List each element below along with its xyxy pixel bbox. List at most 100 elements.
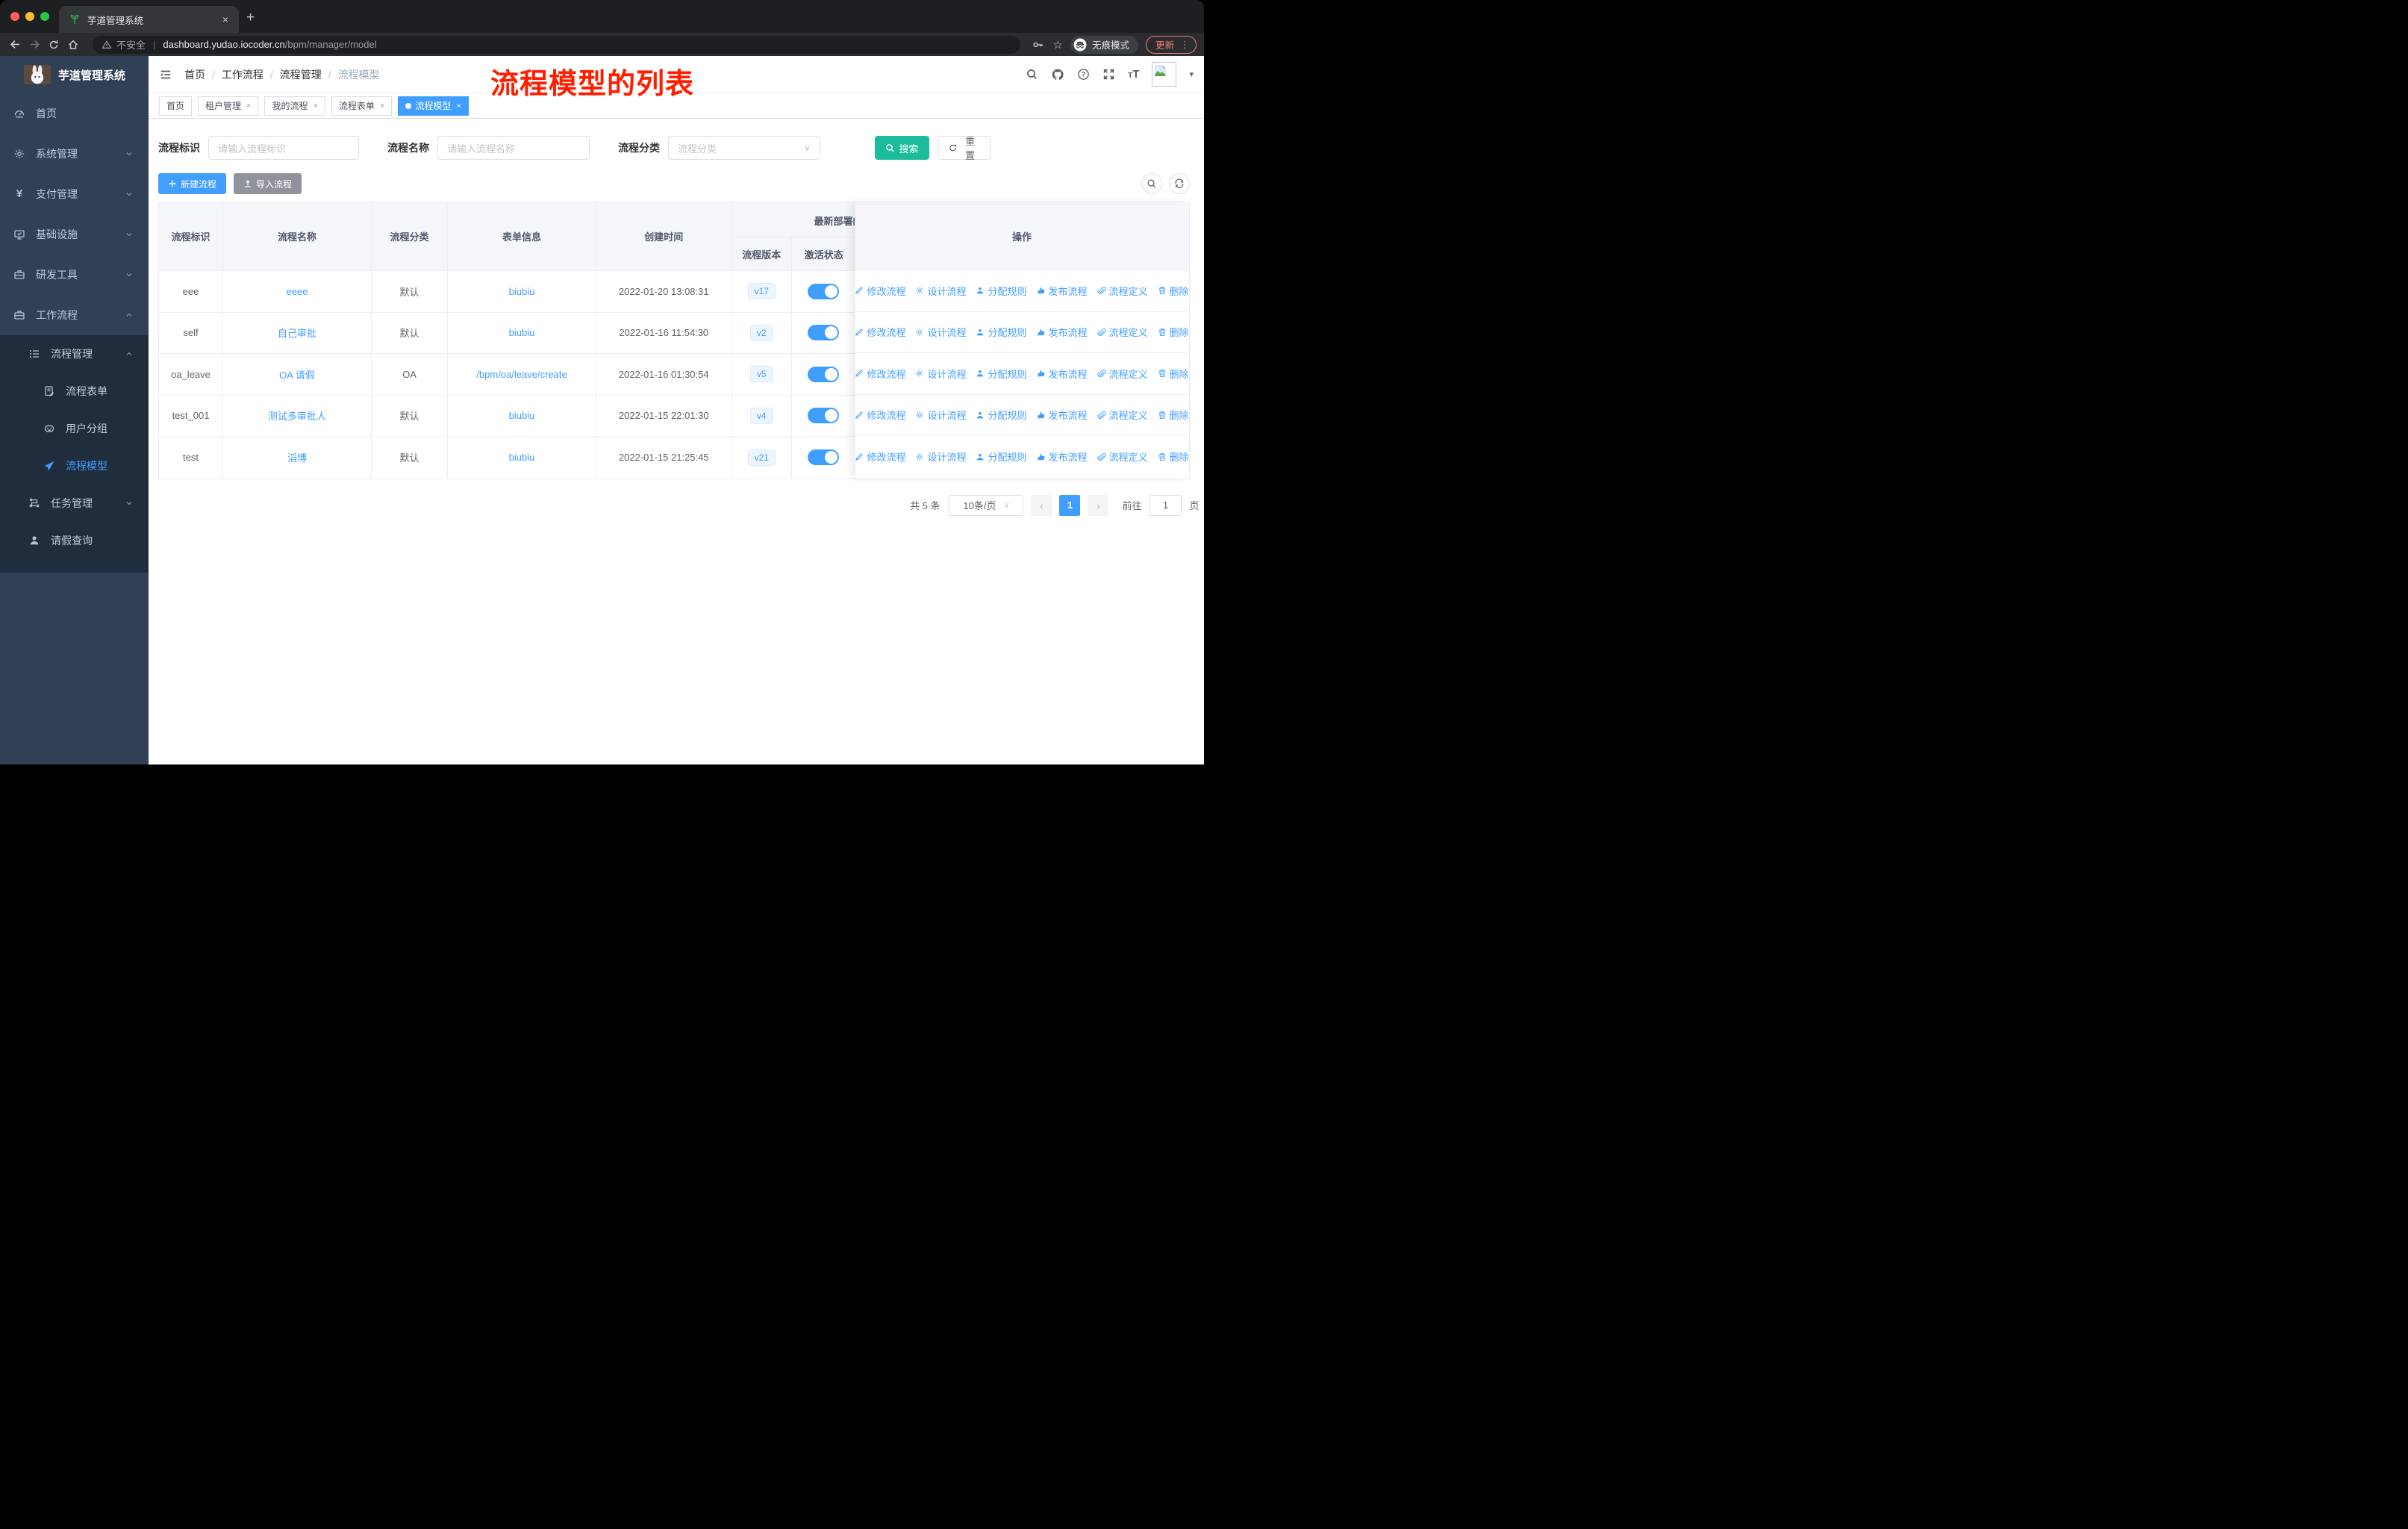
- refresh-table-button[interactable]: [1169, 173, 1190, 194]
- fullscreen-icon[interactable]: [1102, 68, 1115, 81]
- browser-menu-icon[interactable]: ⋮: [1180, 39, 1190, 51]
- form-info-link[interactable]: biubiu: [509, 410, 535, 421]
- op-publish-link[interactable]: 发布流程: [1037, 449, 1088, 464]
- tag-2[interactable]: 我的流程×: [264, 96, 325, 116]
- hamburger-icon[interactable]: [159, 68, 172, 81]
- current-page[interactable]: 1: [1059, 495, 1080, 516]
- update-button[interactable]: 更新 ⋮: [1146, 36, 1197, 54]
- sidebar-item-payment[interactable]: ¥支付管理: [0, 174, 149, 214]
- sidebar-item-workflow[interactable]: 工作流程: [0, 295, 149, 335]
- prev-page-button[interactable]: ‹: [1031, 495, 1052, 516]
- op-assign-link[interactable]: 分配规则: [976, 449, 1026, 464]
- op-delete-link[interactable]: 删除: [1158, 284, 1189, 298]
- form-info-link[interactable]: biubiu: [509, 286, 535, 297]
- tag-3[interactable]: 流程表单×: [331, 96, 392, 116]
- security-label[interactable]: 不安全: [116, 37, 146, 52]
- search-button[interactable]: 搜索: [875, 136, 929, 160]
- sidebar-item-home[interactable]: 首页: [0, 93, 149, 134]
- op-definition-link[interactable]: 流程定义: [1097, 408, 1148, 422]
- home-icon[interactable]: [66, 37, 81, 52]
- breadcrumb-workflow[interactable]: 工作流程: [222, 67, 263, 82]
- tag-0[interactable]: 首页: [159, 96, 192, 116]
- active-toggle[interactable]: [808, 449, 839, 465]
- sidebar-item-infra[interactable]: 基础设施: [0, 214, 149, 255]
- process-name-link[interactable]: 测试多审批人: [268, 408, 326, 423]
- op-assign-link[interactable]: 分配规则: [976, 408, 1026, 422]
- active-toggle[interactable]: [808, 367, 839, 382]
- goto-page-input[interactable]: 1: [1149, 495, 1182, 516]
- github-icon[interactable]: [1051, 68, 1064, 81]
- tab-close-icon[interactable]: ×: [219, 13, 231, 25]
- process-name-link[interactable]: OA 请假: [279, 367, 315, 382]
- op-edit-link[interactable]: 修改流程: [855, 367, 905, 381]
- close-icon[interactable]: ×: [313, 102, 317, 110]
- new-tab-button[interactable]: +: [246, 10, 255, 25]
- sidebar-item-process-manage[interactable]: 流程管理: [0, 335, 149, 373]
- import-process-button[interactable]: 导入流程: [234, 173, 302, 194]
- sidebar-item-devtools[interactable]: 研发工具: [0, 255, 149, 295]
- op-delete-link[interactable]: 删除: [1158, 449, 1189, 464]
- sidebar-item-user-group[interactable]: 用户分组: [0, 410, 149, 447]
- zoom-window-button[interactable]: [40, 12, 49, 21]
- form-info-link[interactable]: biubiu: [509, 452, 535, 463]
- op-design-link[interactable]: 设计流程: [915, 449, 966, 464]
- reload-icon[interactable]: [46, 37, 61, 52]
- op-design-link[interactable]: 设计流程: [915, 284, 966, 298]
- op-delete-link[interactable]: 删除: [1158, 325, 1189, 339]
- op-edit-link[interactable]: 修改流程: [855, 325, 905, 339]
- active-toggle[interactable]: [808, 284, 839, 299]
- breadcrumb-process-manage[interactable]: 流程管理: [280, 67, 322, 82]
- next-page-button[interactable]: ›: [1088, 495, 1108, 516]
- op-edit-link[interactable]: 修改流程: [855, 408, 905, 422]
- sidebar-item-process-model[interactable]: 流程模型: [0, 447, 149, 485]
- op-publish-link[interactable]: 发布流程: [1037, 325, 1088, 339]
- sidebar-item-process-form[interactable]: 流程表单: [0, 373, 149, 410]
- bookmark-star-icon[interactable]: ☆: [1053, 38, 1063, 52]
- sidebar-item-system[interactable]: 系统管理: [0, 134, 149, 174]
- op-assign-link[interactable]: 分配规则: [976, 325, 1026, 339]
- browser-tab[interactable]: 芋道管理系统 ×: [59, 6, 239, 33]
- op-design-link[interactable]: 设计流程: [915, 408, 966, 422]
- show-search-button[interactable]: [1141, 173, 1162, 194]
- category-select[interactable]: 流程分类∨: [668, 136, 820, 160]
- minimize-window-button[interactable]: [25, 12, 34, 21]
- close-icon[interactable]: ×: [456, 102, 461, 110]
- form-info-link[interactable]: biubiu: [509, 327, 535, 338]
- op-edit-link[interactable]: 修改流程: [855, 284, 905, 298]
- close-icon[interactable]: ×: [380, 102, 384, 110]
- op-delete-link[interactable]: 删除: [1158, 367, 1189, 381]
- op-definition-link[interactable]: 流程定义: [1097, 449, 1148, 464]
- op-definition-link[interactable]: 流程定义: [1097, 325, 1148, 339]
- op-definition-link[interactable]: 流程定义: [1097, 367, 1148, 381]
- search-icon[interactable]: [1026, 68, 1038, 81]
- process-name-input[interactable]: 请输入流程名称: [437, 136, 590, 160]
- url-bar[interactable]: 不安全 | dashboard.yudao.iocoder.cn/bpm/man…: [93, 36, 1020, 54]
- tag-active-4[interactable]: 流程模型×: [398, 96, 468, 116]
- breadcrumb-home[interactable]: 首页: [184, 67, 205, 82]
- op-design-link[interactable]: 设计流程: [915, 367, 966, 381]
- create-process-button[interactable]: 新建流程: [158, 173, 226, 194]
- back-icon[interactable]: [7, 37, 22, 52]
- sidebar-item-task-manage[interactable]: 任务管理: [0, 485, 149, 522]
- op-publish-link[interactable]: 发布流程: [1037, 367, 1088, 381]
- sidebar-item-leave-query[interactable]: 请假查询: [0, 522, 149, 559]
- process-name-link[interactable]: 自己审批: [278, 326, 316, 340]
- close-window-button[interactable]: [10, 12, 19, 21]
- active-toggle[interactable]: [808, 408, 839, 423]
- process-id-input[interactable]: 请输入流程标识: [208, 136, 359, 160]
- active-toggle[interactable]: [808, 325, 839, 340]
- help-icon[interactable]: ?: [1077, 68, 1090, 81]
- font-size-icon[interactable]: TT: [1128, 68, 1139, 81]
- chevron-down-icon[interactable]: ▾: [1189, 69, 1194, 79]
- form-info-link[interactable]: /bpm/oa/leave/create: [476, 369, 567, 380]
- op-design-link[interactable]: 设计流程: [915, 325, 966, 339]
- page-size-select[interactable]: 10条/页 ∨: [949, 495, 1023, 516]
- op-assign-link[interactable]: 分配规则: [976, 284, 1026, 298]
- reset-button[interactable]: 重置: [938, 136, 991, 160]
- op-publish-link[interactable]: 发布流程: [1037, 408, 1088, 422]
- op-publish-link[interactable]: 发布流程: [1037, 284, 1088, 298]
- op-edit-link[interactable]: 修改流程: [855, 449, 905, 464]
- avatar[interactable]: [1152, 62, 1176, 87]
- sidebar-logo-row[interactable]: 芋道管理系统: [0, 56, 149, 93]
- op-definition-link[interactable]: 流程定义: [1097, 284, 1148, 298]
